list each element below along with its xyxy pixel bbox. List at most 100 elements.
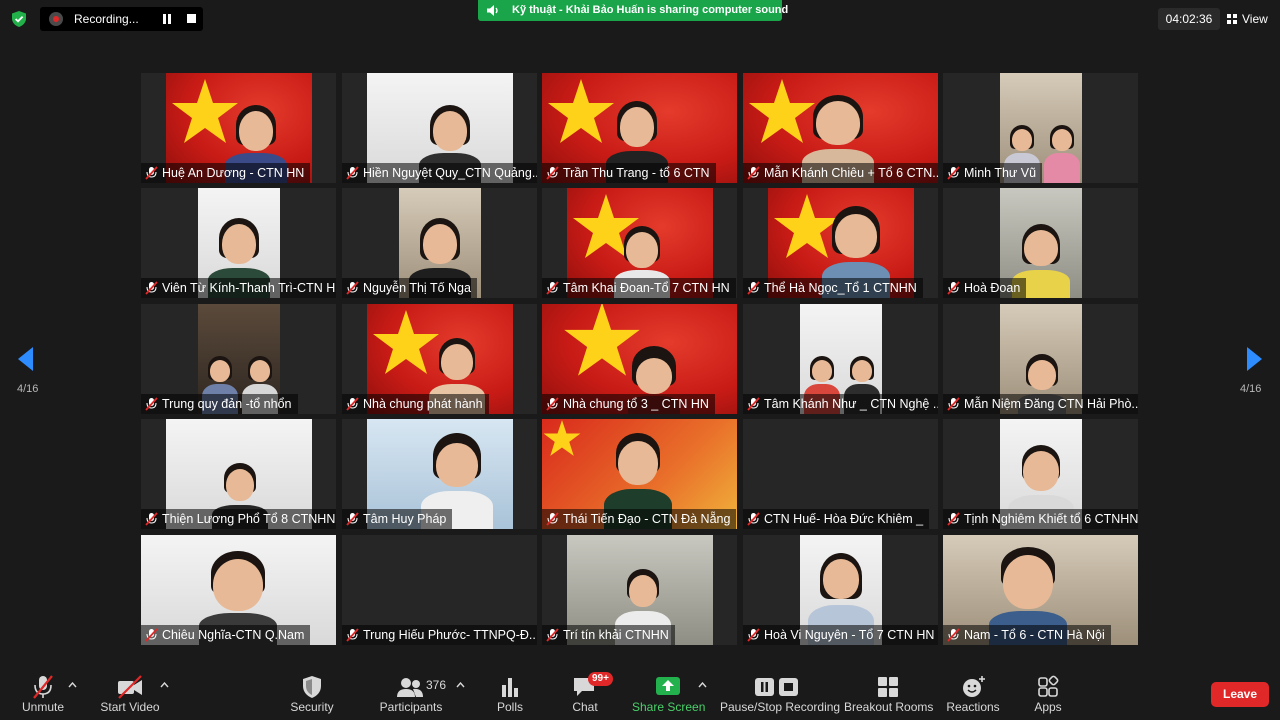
sharing-sound-banner[interactable]: Kỹ thuật - Khải Bảo Huấn is sharing comp… (478, 0, 788, 21)
video-tile[interactable]: Nhà chung tổ 3 _ CTN HN (542, 304, 737, 414)
stop-recording-icon[interactable] (187, 14, 196, 23)
video-options-caret-icon[interactable] (160, 682, 169, 688)
video-tile[interactable]: Trí tín khải CTNHN (542, 535, 737, 645)
pause-recording-icon[interactable] (162, 14, 172, 24)
mic-muted-icon (346, 512, 359, 526)
video-tile[interactable]: Mẫn Niệm Đăng CTN Hải Phò... (943, 304, 1138, 414)
video-tile[interactable]: Trung Hiếu Phước- TTNPQ-Đ... (342, 535, 537, 645)
participant-name-label: Chiêu Nghĩa-CTN Q.Nam (141, 625, 311, 645)
audio-options-caret-icon[interactable] (68, 682, 77, 688)
apps-button[interactable]: Apps (1024, 666, 1072, 720)
video-tile[interactable]: Tịnh Nghiêm Khiết tổ 6 CTNHN (943, 419, 1138, 529)
security-button[interactable]: Security (284, 666, 340, 720)
participant-name-label: Nhà chung phát hành (342, 394, 489, 414)
shield-icon (303, 676, 321, 698)
mic-muted-icon (145, 397, 158, 411)
start-video-button[interactable]: Start Video (98, 666, 162, 720)
mic-muted-icon (546, 166, 559, 180)
mic-muted-icon (947, 281, 960, 295)
video-tile[interactable]: CTN Huế- Hòa Đức Khiêm _ (743, 419, 938, 529)
leave-meeting-button[interactable]: Leave (1211, 682, 1269, 707)
share-screen-button[interactable]: Share Screen (632, 666, 705, 720)
participant-name-label: Viên Từ Kính-Thanh Trì-CTN H... (141, 278, 336, 298)
view-button[interactable]: View (1223, 8, 1273, 30)
participant-name-label: Thái Tiến Đạo - CTN Đà Nẵng (542, 509, 737, 529)
pause-stop-recording-button[interactable]: Pause/Stop Recording (720, 666, 840, 720)
smiley-reaction-icon (963, 676, 985, 697)
participant-name-label: Tâm Khánh Như _ CTN Nghệ ... (743, 394, 938, 414)
participant-name-label: Huệ An Dương - CTN HN (141, 163, 311, 183)
mic-muted-icon (947, 166, 960, 180)
security-label: Security (290, 700, 334, 714)
video-tile[interactable]: Hoà Đoan (943, 188, 1138, 298)
pause-stop-recording-icon (755, 678, 798, 696)
microphone-muted-icon (33, 675, 53, 699)
share-options-caret-icon[interactable] (698, 682, 707, 688)
participants-button[interactable]: Participants (376, 666, 446, 720)
participant-name-label: Tịnh Nghiêm Khiết tổ 6 CTNHN (943, 509, 1138, 529)
participant-name-label: Hiền Nguyệt Quy_CTN Quảng... (342, 163, 537, 183)
video-tile[interactable]: Hoà Vi Nguyên - Tổ 7 CTN HN (743, 535, 938, 645)
video-tile[interactable]: Nhà chung phát hành (342, 304, 537, 414)
video-tile[interactable]: Nguyễn Thị Tố Nga (342, 188, 537, 298)
video-tile[interactable]: Hiền Nguyệt Quy_CTN Quảng... (342, 73, 537, 183)
mic-muted-icon (546, 281, 559, 295)
participant-name-label: Thiện Lương Phổ Tổ 8 CTNHN (141, 509, 336, 529)
participant-name-label: Nguyễn Thị Tố Nga (342, 278, 477, 298)
video-tile[interactable]: Tâm Khai Đoan-Tổ 7 CTN HN (542, 188, 737, 298)
video-tile[interactable]: Tâm Khánh Như _ CTN Nghệ ... (743, 304, 938, 414)
participant-name-label: Tâm Khai Đoan-Tổ 7 CTN HN (542, 278, 736, 298)
video-camera-off-icon (118, 675, 142, 699)
video-tile[interactable]: Thái Tiến Đạo - CTN Đà Nẵng (542, 419, 737, 529)
mic-muted-icon (346, 397, 359, 411)
mic-muted-icon (747, 281, 760, 295)
participant-silhouette (1042, 123, 1082, 183)
sharing-sound-text: Kỹ thuật - Khải Bảo Huấn is sharing comp… (512, 4, 789, 16)
participants-options-caret-icon[interactable] (456, 682, 465, 688)
share-screen-arrow-icon (656, 677, 680, 695)
video-tile[interactable]: Chiêu Nghĩa-CTN Q.Nam (141, 535, 336, 645)
previous-page-arrow-icon[interactable] (18, 347, 34, 371)
video-tile[interactable]: Trần Thu Trang - tổ 6 CTN (542, 73, 737, 183)
apps-icon (1038, 675, 1059, 697)
participant-name-label: Mẫn Niệm Đăng CTN Hải Phò... (943, 394, 1138, 414)
page-indicator-right: 4/16 (1240, 383, 1262, 395)
unmute-label: Unmute (21, 700, 65, 714)
unmute-button[interactable]: Unmute (16, 666, 70, 720)
breakout-rooms-label: Breakout Rooms (844, 700, 934, 714)
participant-name-label: Nhà chung tổ 3 _ CTN HN (542, 394, 715, 414)
mic-muted-icon (346, 628, 359, 642)
security-shield-icon[interactable] (10, 10, 28, 28)
video-tile[interactable]: Thiện Lương Phổ Tổ 8 CTNHN (141, 419, 336, 529)
mic-muted-icon (546, 397, 559, 411)
chat-label: Chat (572, 700, 598, 714)
video-tile[interactable]: Nam - Tổ 6 - CTN Hà Nội (943, 535, 1138, 645)
apps-label: Apps (1034, 700, 1062, 714)
video-tile[interactable]: Thể Hà Ngọc_Tổ 1 CTNHN (743, 188, 938, 298)
participant-name-label: Trí tín khải CTNHN (542, 625, 675, 645)
participant-name-label: Minh Thư Vũ (943, 163, 1043, 183)
video-tile[interactable]: Viên Từ Kính-Thanh Trì-CTN H... (141, 188, 336, 298)
breakout-rooms-grid-icon (878, 677, 898, 697)
mic-muted-icon (546, 512, 559, 526)
video-tile[interactable]: Trung quy đản -tổ nhổn (141, 304, 336, 414)
recording-dot-icon (49, 12, 63, 26)
view-label: View (1242, 12, 1268, 26)
participants-count: 376 (426, 678, 447, 692)
reactions-button[interactable]: Reactions (944, 666, 1002, 720)
polls-button[interactable]: Polls (486, 666, 534, 720)
mic-muted-icon (145, 281, 158, 295)
participant-name-label: Mẫn Khánh Chiêu + Tổ 6 CTN... (743, 163, 938, 183)
video-tile[interactable]: Huệ An Dương - CTN HN (141, 73, 336, 183)
participant-name-label: Trần Thu Trang - tổ 6 CTN (542, 163, 716, 183)
polls-label: Polls (496, 700, 523, 714)
page-indicator-left: 4/16 (17, 383, 39, 395)
meeting-timer: 04:02:36 (1158, 8, 1220, 30)
participant-name-label: Thể Hà Ngọc_Tổ 1 CTNHN (743, 278, 923, 298)
breakout-rooms-button[interactable]: Breakout Rooms (844, 666, 934, 720)
video-tile[interactable]: Tâm Huy Pháp (342, 419, 537, 529)
video-tile[interactable]: Mẫn Khánh Chiêu + Tổ 6 CTN... (743, 73, 938, 183)
next-page-arrow-icon[interactable] (1246, 347, 1262, 371)
video-tile[interactable]: Minh Thư Vũ (943, 73, 1138, 183)
start-video-label: Start Video (100, 700, 160, 714)
